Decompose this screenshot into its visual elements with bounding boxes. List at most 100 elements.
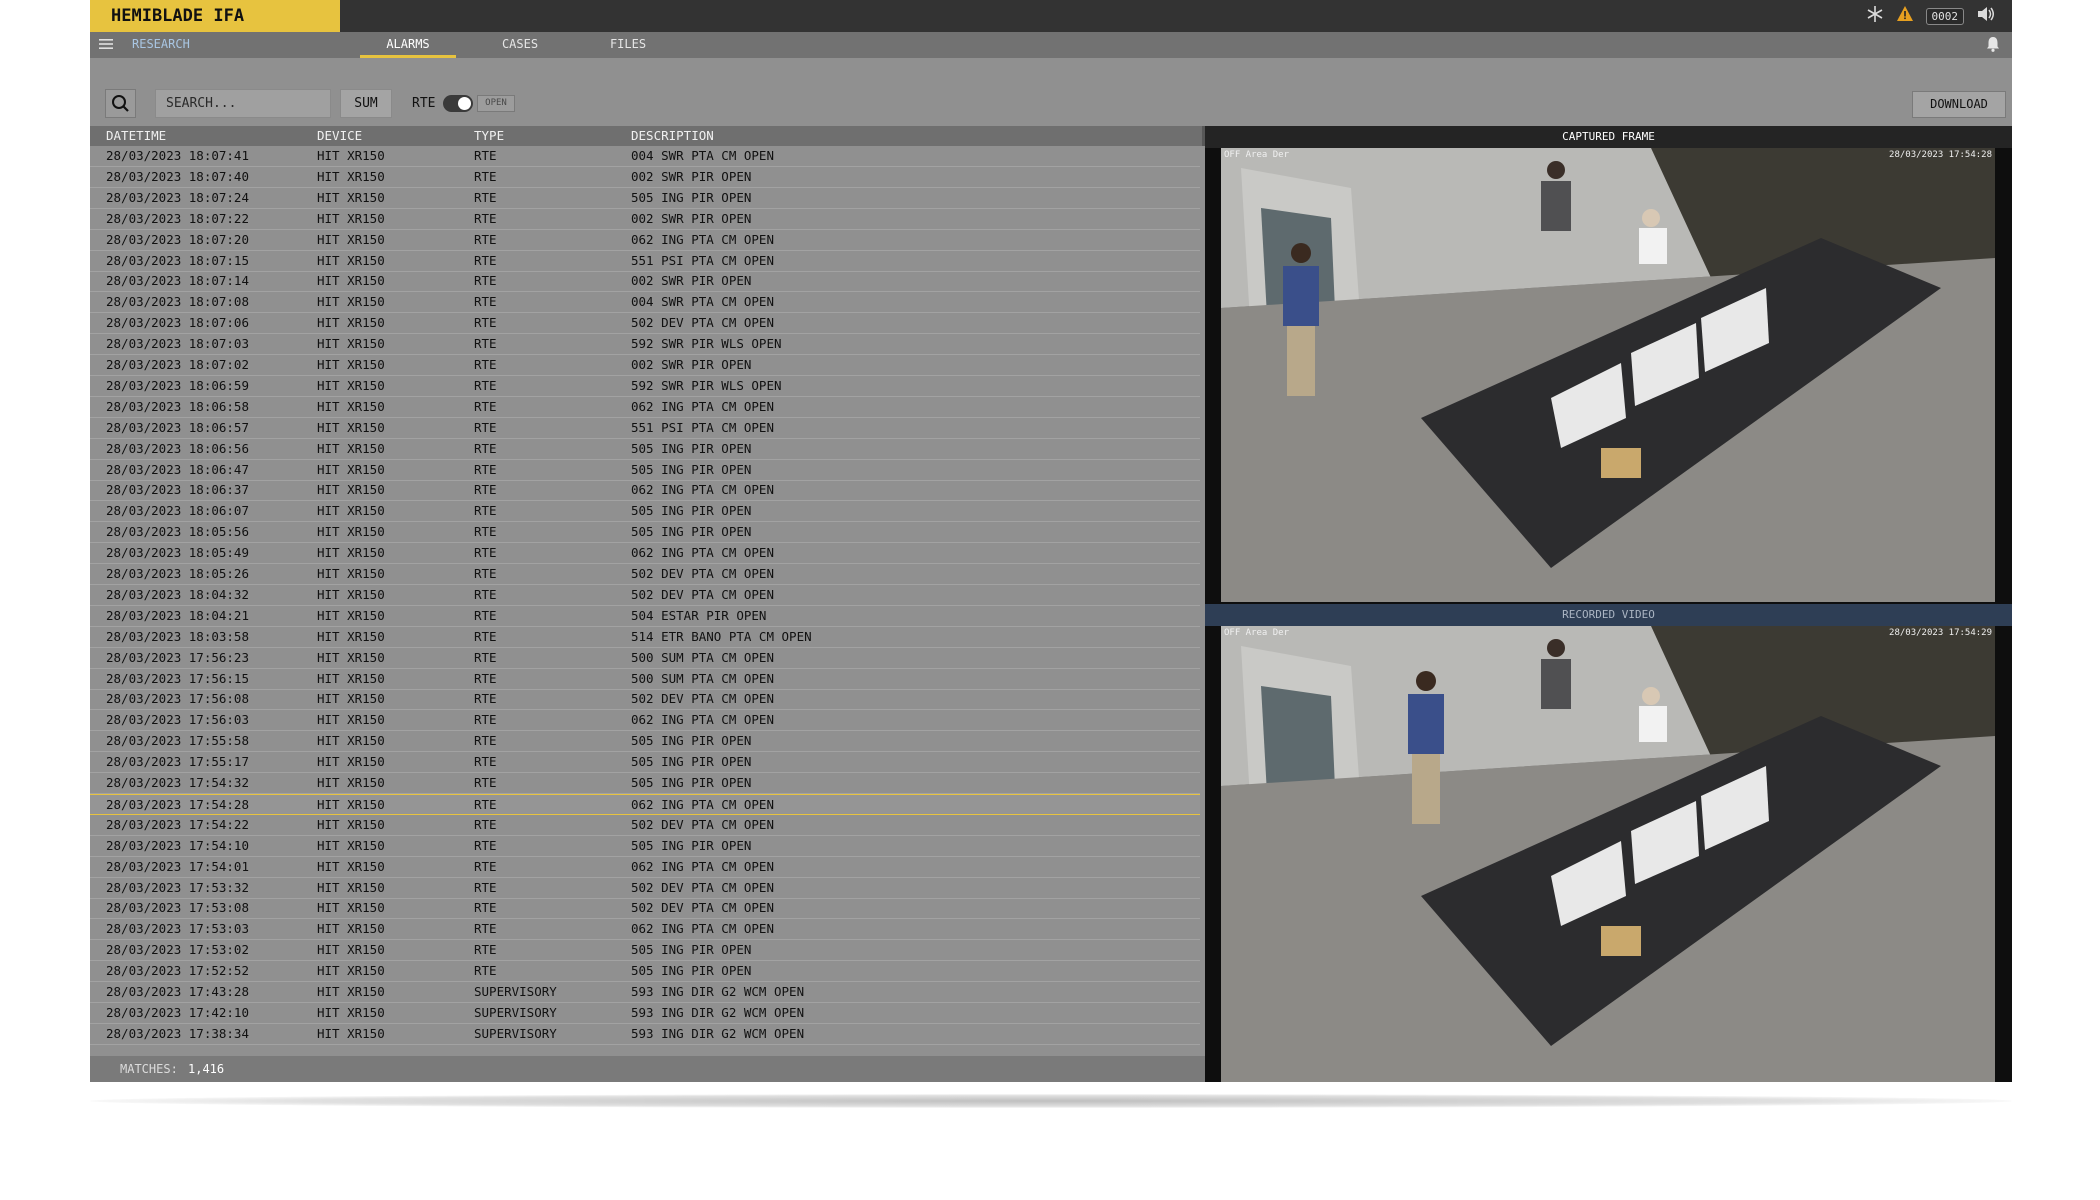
table-row[interactable]: 28/03/2023 17:55:58 HIT XR150 RTE 505 ING P…	[90, 731, 1200, 753]
cell-type: SUPERVISORY	[474, 984, 557, 999]
cell-device: HIT XR150	[317, 545, 385, 561]
alarms-table: DATETIME DEVICE TYPE DESCRIPTION 28/03/2…	[90, 126, 1208, 1082]
table-row[interactable]: 28/03/2023 18:04:32 HIT XR150 RTE 502 DEV P…	[90, 585, 1200, 606]
column-header-datetime[interactable]: DATETIME	[106, 126, 166, 146]
table-row[interactable]: 28/03/2023 17:55:17 HIT XR150 RTE 505 ING P…	[90, 752, 1200, 774]
speaker-icon[interactable]	[1976, 5, 1996, 27]
table-row[interactable]: 28/03/2023 18:07:14 HIT XR150 RTE 002 SWR P…	[90, 271, 1200, 293]
warning-icon[interactable]	[1896, 5, 1914, 27]
table-row[interactable]: 28/03/2023 17:54:01 HIT XR150 RTE 062 ING P…	[90, 857, 1200, 878]
cell-description: 062 ING PTA CM OPEN	[631, 858, 774, 874]
cell-description: 062 ING PTA CM OPEN	[631, 545, 774, 561]
cell-type: RTE	[474, 900, 497, 916]
table-row[interactable]: 28/03/2023 18:07:15 HIT XR150 RTE 551 PSI P…	[90, 251, 1200, 272]
column-header-description[interactable]: DESCRIPTION	[631, 126, 714, 146]
snowflake-icon[interactable]	[1866, 5, 1884, 27]
table-row[interactable]: 28/03/2023 17:56:23 HIT XR150 RTE 500 SUM P…	[90, 648, 1200, 669]
table-row[interactable]: 28/03/2023 17:53:03 HIT XR150 RTE 062 ING P…	[90, 919, 1200, 941]
table-row[interactable]: 28/03/2023 18:04:21 HIT XR150 RTE 504 ESTAR…	[90, 606, 1200, 627]
cell-datetime: 28/03/2023 18:07:40	[106, 168, 249, 184]
cell-type: RTE	[474, 336, 497, 352]
search-input[interactable]	[155, 89, 331, 118]
cell-type: RTE	[474, 461, 497, 477]
cell-device: HIT XR150	[317, 586, 385, 602]
table-row[interactable]: 28/03/2023 17:38:34 HIT XR150 SUPERVISORY 5…	[90, 1024, 1200, 1045]
cell-datetime: 28/03/2023 17:54:01	[106, 858, 249, 874]
cell-device: HIT XR150	[317, 336, 385, 352]
toggle-knob	[458, 97, 471, 110]
table-row[interactable]: 28/03/2023 17:43:28 HIT XR150 SUPERVISORY 5…	[90, 982, 1200, 1003]
cell-description: 505 ING PIR OPEN	[631, 775, 752, 790]
cell-device: HIT XR150	[317, 148, 385, 163]
table-row[interactable]: 28/03/2023 17:56:03 HIT XR150 RTE 062 ING P…	[90, 710, 1200, 732]
table-row[interactable]: 28/03/2023 18:06:37 HIT XR150 RTE 062 ING P…	[90, 480, 1200, 502]
cell-description: 502 DEV PTA CM OPEN	[631, 315, 774, 331]
column-header-type[interactable]: TYPE	[474, 126, 504, 146]
menu-icon[interactable]	[98, 36, 114, 52]
cell-datetime: 28/03/2023 18:07:41	[106, 148, 249, 163]
cell-datetime: 28/03/2023 18:04:32	[106, 586, 249, 602]
tab-cases[interactable]: CASES	[472, 32, 568, 58]
cell-datetime: 28/03/2023 17:43:28	[106, 984, 249, 999]
cell-type: RTE	[474, 733, 497, 749]
rte-toggle[interactable]	[443, 95, 473, 112]
table-row[interactable]: 28/03/2023 18:06:07 HIT XR150 RTE 505 ING P…	[90, 501, 1200, 523]
cell-description: 004 SWR PTA CM OPEN	[631, 294, 774, 310]
table-row[interactable]: 28/03/2023 17:54:10 HIT XR150 RTE 505 ING P…	[90, 836, 1200, 857]
table-row[interactable]: 28/03/2023 17:53:32 HIT XR150 RTE 502 DEV P…	[90, 878, 1200, 899]
cell-datetime: 28/03/2023 17:54:32	[106, 775, 249, 790]
table-row[interactable]: 28/03/2023 18:07:41 HIT XR150 RTE 004 SWR P…	[90, 146, 1200, 167]
table-row[interactable]: 28/03/2023 17:53:02 HIT XR150 RTE 505 ING P…	[90, 940, 1200, 962]
table-row[interactable]: 28/03/2023 17:54:22 HIT XR150 RTE 502 DEV P…	[90, 815, 1200, 836]
captured-camera-label: OFF Area Der	[1224, 150, 1290, 160]
table-row[interactable]: 28/03/2023 18:07:08 HIT XR150 RTE 004 SWR P…	[90, 292, 1200, 314]
table-row[interactable]: 28/03/2023 18:07:24 HIT XR150 RTE 505 ING P…	[90, 188, 1200, 209]
table-row[interactable]: 28/03/2023 18:06:57 HIT XR150 RTE 551 PSI P…	[90, 418, 1200, 439]
cell-description: 500 SUM PTA CM OPEN	[631, 649, 774, 665]
table-row[interactable]: 28/03/2023 18:05:49 HIT XR150 RTE 062 ING P…	[90, 543, 1200, 565]
cell-type: RTE	[474, 210, 497, 226]
download-button[interactable]: DOWNLOAD	[1912, 91, 2006, 118]
column-header-device[interactable]: DEVICE	[317, 126, 362, 146]
cell-datetime: 28/03/2023 18:06:57	[106, 419, 249, 435]
table-row[interactable]: 28/03/2023 18:07:22 HIT XR150 RTE 002 SWR P…	[90, 209, 1200, 230]
table-row[interactable]: 28/03/2023 17:54:28 HIT XR150 RTE 062 ING P…	[90, 793, 1200, 815]
table-row[interactable]: 28/03/2023 18:03:58 HIT XR150 RTE 514 ETR B…	[90, 627, 1200, 648]
tab-alarms[interactable]: ALARMS	[360, 32, 456, 58]
sum-button[interactable]: SUM	[340, 89, 392, 118]
bell-icon[interactable]	[1984, 35, 2002, 53]
tab-files[interactable]: FILES	[580, 32, 676, 58]
table-row[interactable]: 28/03/2023 18:07:06 HIT XR150 RTE 502 DEV P…	[90, 313, 1200, 335]
table-row[interactable]: 28/03/2023 18:06:56 HIT XR150 RTE 505 ING P…	[90, 439, 1200, 460]
cell-datetime: 28/03/2023 17:53:03	[106, 921, 249, 937]
cell-device: HIT XR150	[317, 984, 385, 999]
captured-frame-image[interactable]: OFF Area Der 28/03/2023 17:54:28	[1221, 148, 1995, 602]
table-row[interactable]: 28/03/2023 17:56:15 HIT XR150 RTE 500 SUM P…	[90, 669, 1200, 690]
table-row[interactable]: 28/03/2023 18:07:20 HIT XR150 RTE 062 ING P…	[90, 230, 1200, 251]
table-row[interactable]: 28/03/2023 18:07:03 HIT XR150 RTE 592 SWR P…	[90, 334, 1200, 356]
search-button[interactable]	[105, 89, 136, 118]
table-row[interactable]: 28/03/2023 18:07:40 HIT XR150 RTE 002 SWR P…	[90, 167, 1200, 188]
table-row[interactable]: 28/03/2023 18:06:59 HIT XR150 RTE 592 SWR P…	[90, 376, 1200, 397]
cell-device: HIT XR150	[317, 440, 385, 456]
cell-device: HIT XR150	[317, 377, 385, 393]
table-row[interactable]: 28/03/2023 17:42:10 HIT XR150 SUPERVISORY 5…	[90, 1003, 1200, 1024]
table-row[interactable]: 28/03/2023 17:56:08 HIT XR150 RTE 502 DEV P…	[90, 689, 1200, 711]
section-title[interactable]: RESEARCH	[132, 32, 190, 56]
cell-type: RTE	[474, 503, 497, 519]
table-row[interactable]: 28/03/2023 18:07:02 HIT XR150 RTE 002 SWR P…	[90, 355, 1200, 376]
cell-datetime: 28/03/2023 17:55:17	[106, 754, 249, 770]
table-row[interactable]: 28/03/2023 17:53:08 HIT XR150 RTE 502 DEV P…	[90, 898, 1200, 920]
recorded-video-player[interactable]: OFF Area Der 28/03/2023 17:54:29	[1221, 626, 1995, 1082]
table-row[interactable]: 28/03/2023 18:06:47 HIT XR150 RTE 505 ING P…	[90, 460, 1200, 481]
cell-device: HIT XR150	[317, 837, 385, 853]
cell-type: RTE	[474, 858, 497, 874]
alarm-counter: 0002	[1925, 7, 1964, 25]
table-row[interactable]: 28/03/2023 17:54:32 HIT XR150 RTE 505 ING P…	[90, 773, 1200, 794]
table-row[interactable]: 28/03/2023 17:52:52 HIT XR150 RTE 505 ING P…	[90, 961, 1200, 983]
open-filter-badge[interactable]: OPEN	[477, 95, 515, 112]
table-row[interactable]: 28/03/2023 18:06:58 HIT XR150 RTE 062 ING P…	[90, 397, 1200, 418]
cell-datetime: 28/03/2023 18:07:03	[106, 336, 249, 352]
table-row[interactable]: 28/03/2023 18:05:26 HIT XR150 RTE 502 DEV P…	[90, 564, 1200, 585]
table-row[interactable]: 28/03/2023 18:05:56 HIT XR150 RTE 505 ING P…	[90, 522, 1200, 544]
